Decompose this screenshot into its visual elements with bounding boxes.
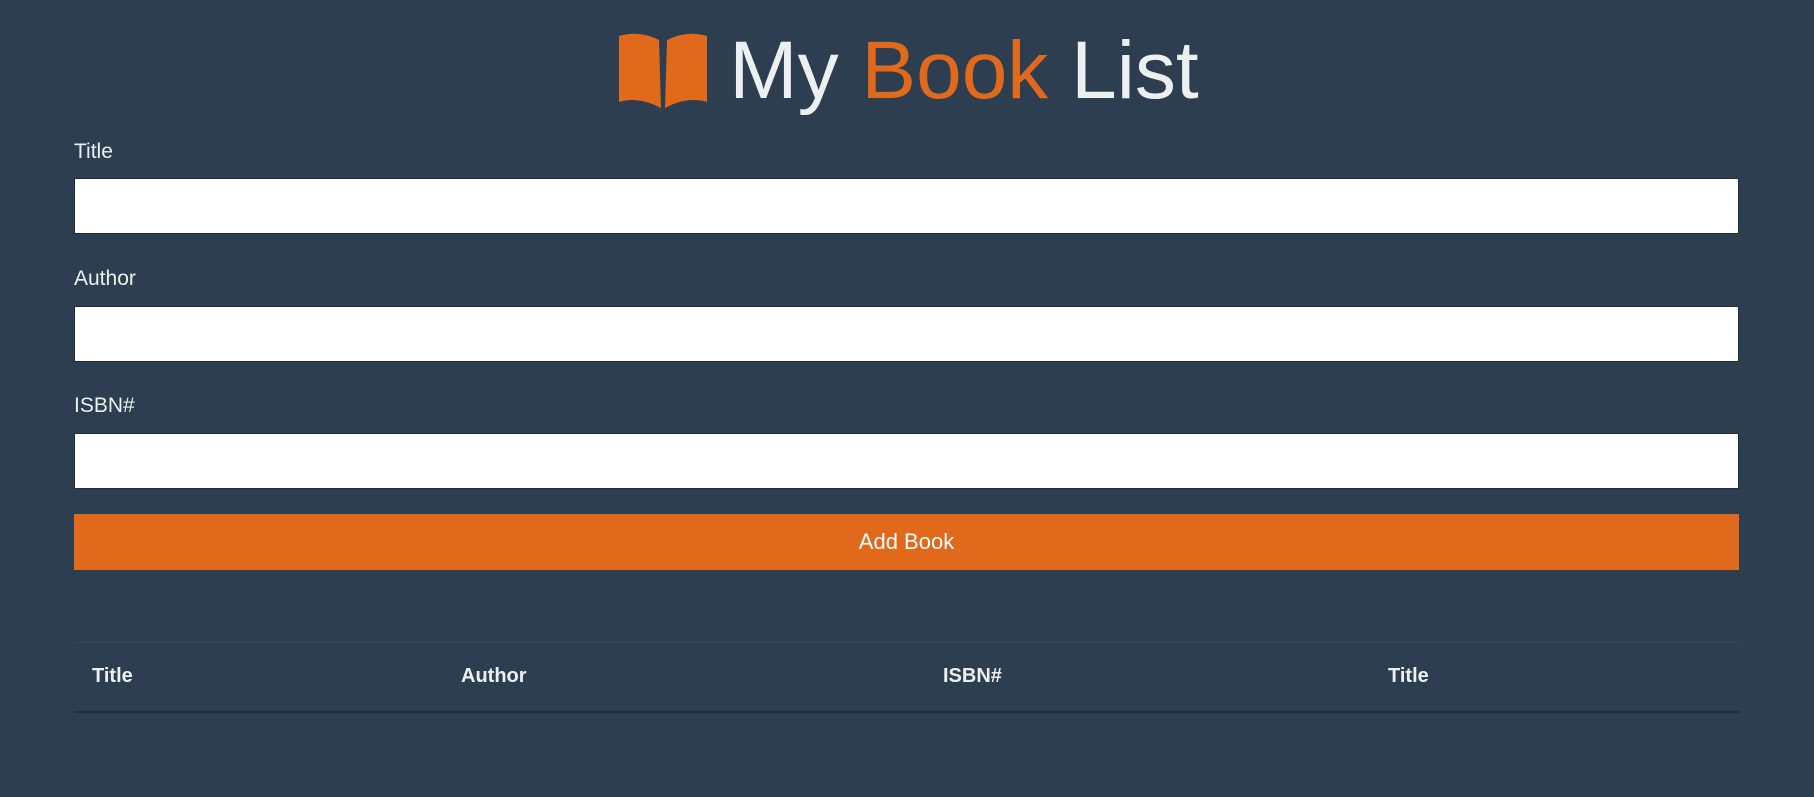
author-input[interactable] <box>74 306 1739 362</box>
book-list-table: Title Author ISBN# Title <box>74 642 1739 713</box>
column-header-title: Title <box>92 665 133 688</box>
page-title: My Book List <box>729 30 1198 112</box>
open-book-icon <box>615 32 711 110</box>
column-header-isbn: ISBN# <box>943 665 1002 688</box>
isbn-input[interactable] <box>74 433 1739 489</box>
author-label: Author <box>74 267 136 290</box>
title-word-my: My <box>729 25 839 116</box>
add-book-button[interactable]: Add Book <box>74 514 1739 570</box>
title-word-book: Book <box>861 25 1049 116</box>
column-header-title-2: Title <box>1388 665 1429 688</box>
title-input[interactable] <box>74 178 1739 234</box>
app-header: My Book List <box>0 26 1814 116</box>
isbn-label: ISBN# <box>74 394 135 417</box>
column-header-author: Author <box>461 665 527 688</box>
title-label: Title <box>74 140 113 163</box>
title-word-list: List <box>1071 25 1199 116</box>
table-header-row: Title Author ISBN# Title <box>74 642 1739 712</box>
